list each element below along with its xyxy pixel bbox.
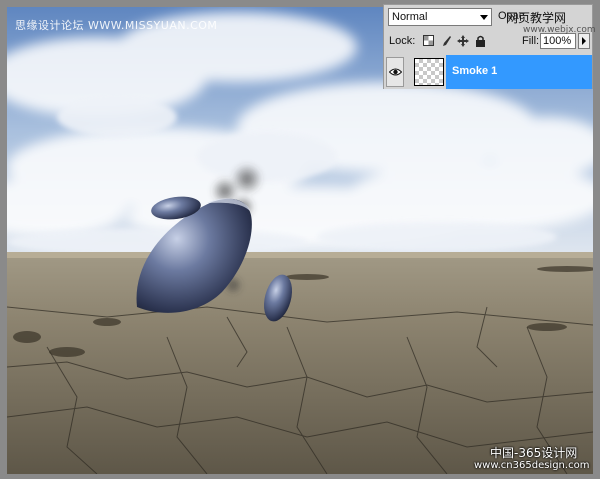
fill-label: Fill:	[522, 35, 540, 47]
layer-row-smoke-1[interactable]: Smoke 1	[384, 55, 592, 89]
watermark-top-right-url: www.webjx.com	[523, 25, 596, 35]
lock-label: Lock:	[389, 35, 416, 47]
fill-input[interactable]: 100%	[540, 33, 576, 49]
lock-move-icon[interactable]	[457, 35, 469, 47]
lock-brush-icon[interactable]	[440, 35, 452, 47]
eye-icon	[389, 68, 402, 76]
fill-stepper-button[interactable]	[578, 33, 590, 49]
layer-name-cell[interactable]: Smoke 1	[446, 55, 592, 89]
blend-mode-value: Normal	[392, 11, 428, 23]
lock-all-icon[interactable]	[474, 35, 486, 47]
layer-name: Smoke 1	[452, 65, 498, 77]
watermark-bottom-url: www.cn365design.com	[474, 460, 590, 471]
layer-visibility-toggle[interactable]	[386, 57, 404, 87]
blend-mode-select[interactable]: Normal	[388, 8, 492, 26]
watermark-bottom-title: 中国-365设计网	[490, 446, 578, 460]
watermark-top-right: 网页教学网	[506, 9, 567, 26]
watermark-top-left: 思缘设计论坛 WWW.MISSYUAN.COM	[15, 19, 218, 32]
lock-transparent-icon[interactable]	[422, 35, 434, 47]
layer-thumbnail[interactable]	[414, 58, 444, 86]
chevron-down-icon	[480, 15, 488, 20]
